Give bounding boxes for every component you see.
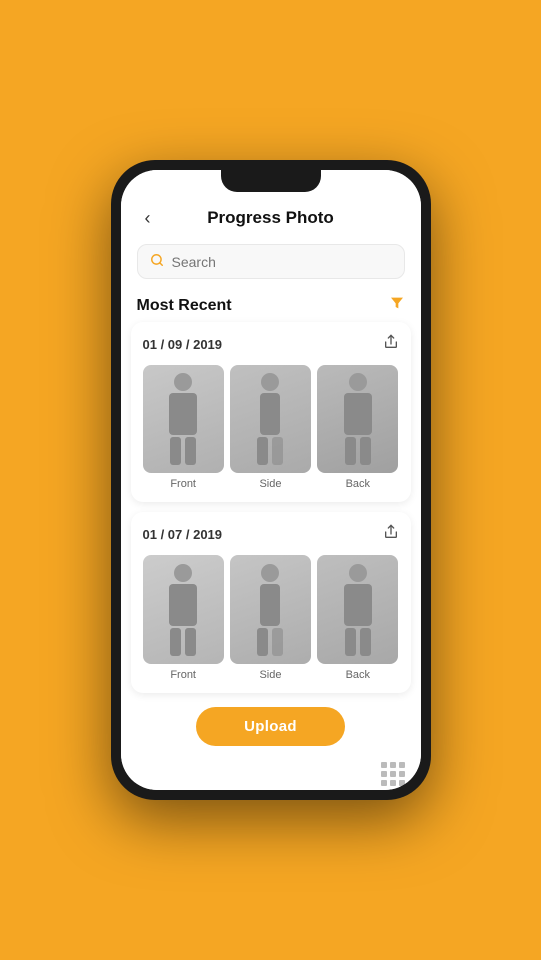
back-button[interactable]: ‹ — [137, 204, 159, 233]
dot-3 — [399, 762, 405, 768]
section-header: Most Recent — [121, 287, 421, 322]
phone-notch — [221, 170, 321, 192]
photo-item-back-2[interactable]: Back — [317, 555, 398, 680]
search-icon — [150, 253, 164, 270]
photo-label-front-2: Front — [170, 669, 196, 681]
search-container — [121, 236, 421, 287]
photo-item-side-1[interactable]: Side — [230, 365, 311, 490]
section-title: Most Recent — [137, 297, 232, 315]
share-icon-1[interactable] — [383, 334, 399, 355]
phone-screen: ‹ Progress Photo Most Recent — [121, 170, 421, 790]
page-title: Progress Photo — [207, 208, 334, 228]
dot-8 — [390, 780, 396, 786]
card-date-1: 01 / 09 / 2019 — [143, 337, 223, 352]
date-row-2: 01 / 07 / 2019 — [143, 524, 399, 545]
photo-thumb-side-2 — [230, 555, 311, 663]
photos-row-2: Front Side — [143, 555, 399, 680]
header: ‹ Progress Photo — [121, 198, 421, 236]
dot-1 — [381, 762, 387, 768]
photos-row-1: Front Side — [143, 365, 399, 490]
upload-wrap: Upload — [121, 703, 421, 758]
phone-frame: ‹ Progress Photo Most Recent — [111, 160, 431, 800]
photo-label-back-2: Back — [346, 669, 370, 681]
photo-item-back-1[interactable]: Back — [317, 365, 398, 490]
date-row-1: 01 / 09 / 2019 — [143, 334, 399, 355]
share-icon-2[interactable] — [383, 524, 399, 545]
dot-2 — [390, 762, 396, 768]
bottom-nav — [121, 758, 421, 790]
photo-label-side-1: Side — [259, 478, 281, 490]
photo-item-side-2[interactable]: Side — [230, 555, 311, 680]
photo-thumb-back-2 — [317, 555, 398, 663]
filter-icon[interactable] — [389, 295, 405, 316]
card-date-2: 01 / 07 / 2019 — [143, 527, 223, 542]
dot-7 — [381, 780, 387, 786]
photo-item-front-2[interactable]: Front — [143, 555, 224, 680]
dot-4 — [381, 771, 387, 777]
photo-item-front-1[interactable]: Front — [143, 365, 224, 490]
photo-thumb-front-1 — [143, 365, 224, 473]
dot-6 — [399, 771, 405, 777]
photo-card-1: 01 / 09 / 2019 — [131, 322, 411, 502]
photo-label-back-1: Back — [346, 478, 370, 490]
photo-label-side-2: Side — [259, 669, 281, 681]
photo-thumb-back-1 — [317, 365, 398, 473]
dots-grid-icon[interactable] — [381, 762, 405, 786]
search-box — [137, 244, 405, 279]
photo-thumb-front-2 — [143, 555, 224, 663]
upload-button[interactable]: Upload — [196, 707, 345, 746]
dot-5 — [390, 771, 396, 777]
photo-label-front-1: Front — [170, 478, 196, 490]
screen-content: ‹ Progress Photo Most Recent — [121, 170, 421, 790]
dot-9 — [399, 780, 405, 786]
search-input[interactable] — [172, 254, 392, 270]
photo-thumb-side-1 — [230, 365, 311, 473]
photo-card-2: 01 / 07 / 2019 — [131, 512, 411, 692]
